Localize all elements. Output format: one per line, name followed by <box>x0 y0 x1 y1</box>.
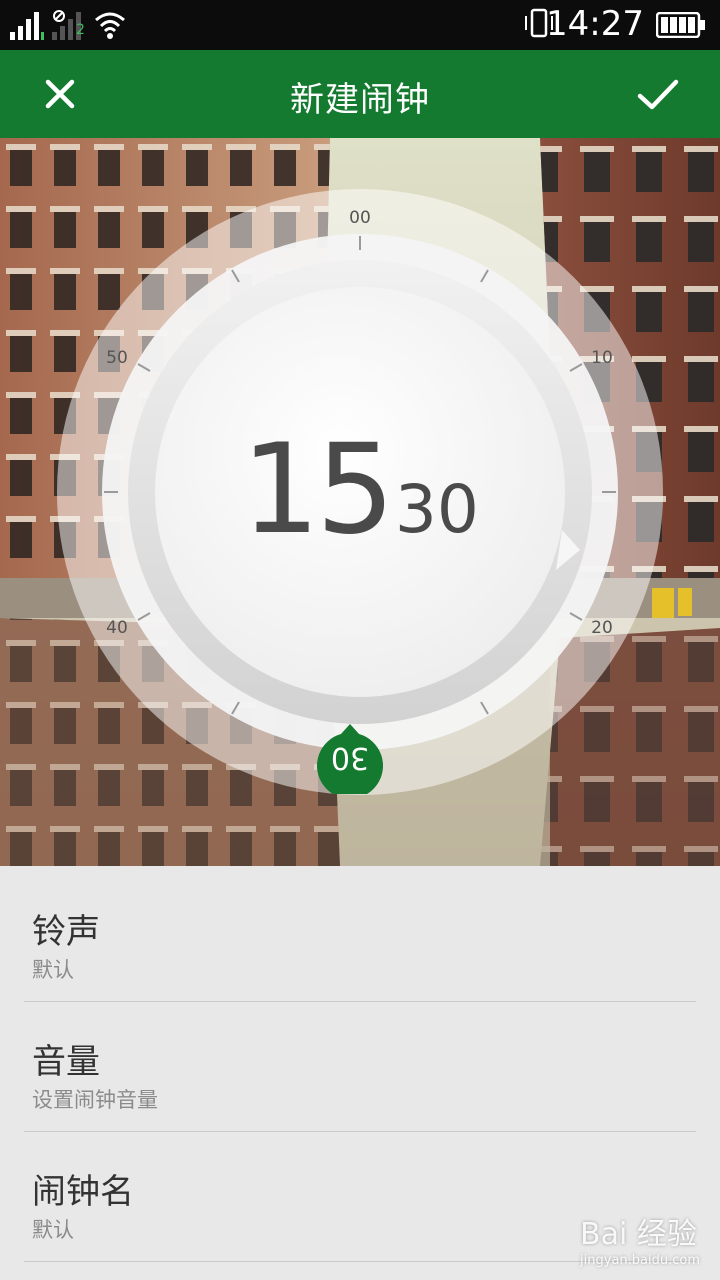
battery-icon <box>656 12 705 38</box>
hour-value[interactable]: 15 <box>241 418 395 562</box>
minute-label-40: 40 <box>106 618 128 638</box>
time-dial[interactable]: 00 10 20 40 50 1530 30 <box>0 138 720 866</box>
setting-ringtone[interactable]: 铃声 默认 <box>24 872 696 1002</box>
check-icon <box>637 79 679 110</box>
setting-title: 闹钟名 <box>32 1172 134 1212</box>
time-display: 1530 <box>0 418 720 562</box>
minute-knob[interactable]: 30 <box>315 724 385 794</box>
settings-list: 铃声 默认 音量 设置闹钟音量 闹钟名 默认 Bai 经验 jingyan.ba… <box>0 866 720 1280</box>
sim2-label: 2 <box>76 22 85 38</box>
minute-label-20: 20 <box>591 618 613 638</box>
minute-value[interactable]: 30 <box>395 471 479 548</box>
status-time: 14:27 <box>546 4 644 44</box>
setting-value: 默认 <box>32 958 74 982</box>
setting-volume[interactable]: 音量 设置闹钟音量 <box>24 1002 696 1132</box>
signal-icon <box>10 12 44 40</box>
minute-label-10: 10 <box>591 348 613 368</box>
wifi-icon <box>95 12 125 39</box>
background-photo: 00 10 20 40 50 1530 30 <box>0 138 720 866</box>
watermark-text: Bai 经验 <box>580 1217 697 1252</box>
knob-minute-label: 30 <box>330 740 370 775</box>
page-title: 新建闹钟 <box>290 80 430 120</box>
minute-label-00: 00 <box>349 208 371 228</box>
status-bar: 2 14:27 <box>0 0 720 50</box>
setting-value: 默认 <box>32 1218 74 1242</box>
confirm-button[interactable] <box>624 70 694 120</box>
app-bar: 新建闹钟 <box>0 50 720 138</box>
minute-label-50: 50 <box>106 348 128 368</box>
setting-value: 设置闹钟音量 <box>32 1088 158 1112</box>
signal-sim2-icon <box>52 10 81 40</box>
watermark-url: jingyan.baidu.com <box>580 1253 700 1268</box>
setting-title: 铃声 <box>32 912 100 952</box>
watermark: Bai 经验 jingyan.baidu.com <box>580 1209 700 1268</box>
setting-title: 音量 <box>32 1042 100 1082</box>
